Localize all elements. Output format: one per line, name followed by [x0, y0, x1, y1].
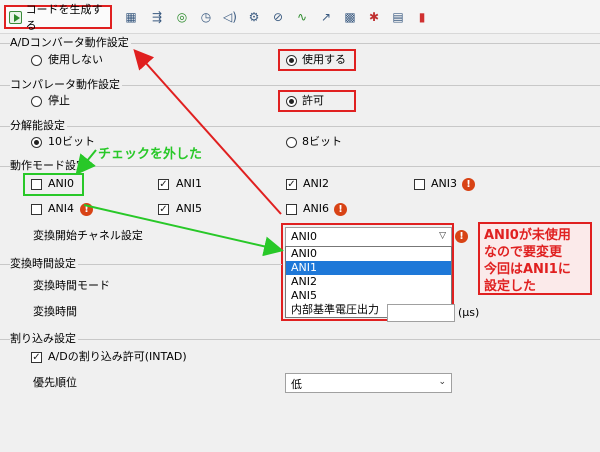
radio-res-8bit[interactable]	[286, 137, 297, 148]
checkbox-ani6[interactable]	[286, 204, 297, 215]
start-channel-label: 変換開始チャネル設定	[33, 229, 143, 242]
red-annotation-line: 今回はANI1に	[484, 262, 571, 277]
priority-value: 低	[291, 378, 302, 391]
conversion-time-label: 変換時間	[33, 305, 77, 318]
section-resolution-title: 分解能設定	[10, 119, 67, 133]
green-annotation: チェックを外した	[98, 147, 203, 162]
radio-res-8bit-label: 8ビット	[302, 135, 342, 148]
priority-select[interactable]: 低 ⌄	[285, 373, 452, 393]
checkbox-ani4-label: ANI4	[48, 202, 74, 215]
priority-label: 優先順位	[33, 376, 77, 389]
checkbox-ani6-label: ANI6	[303, 202, 329, 215]
start-channel-value: ANI0	[291, 230, 317, 243]
radio-ad-on[interactable]	[286, 55, 297, 66]
warning-icon: !	[455, 230, 468, 243]
play-icon	[9, 10, 22, 24]
clock-icon[interactable]: ◷	[198, 9, 214, 25]
section-mode: 動作モード設定	[0, 159, 600, 173]
radio-res-10bit-label: 10ビット	[48, 135, 95, 148]
dropdown-option-ani5[interactable]: ANI5	[286, 289, 451, 303]
radio-comp-allow[interactable]	[286, 96, 297, 107]
section-conversion-time-title: 変換時間設定	[10, 257, 78, 271]
dma-icon[interactable]: ⇶	[149, 9, 165, 25]
dropdown-option-ani1[interactable]: ANI1	[286, 261, 451, 275]
checkbox-ani3-label: ANI3	[431, 177, 457, 190]
comparator-icon[interactable]: ⊘	[270, 9, 286, 25]
checkbox-ani0[interactable]	[31, 179, 42, 190]
radio-comp-allow-label: 許可	[302, 94, 324, 107]
chevron-down-icon: ⌄	[438, 377, 446, 387]
red-annotation-line: なので要変更	[484, 245, 563, 260]
buzzer-icon[interactable]: ◁)	[222, 9, 238, 25]
chip-icon[interactable]: ▩	[342, 9, 358, 25]
conversion-time-field[interactable]	[387, 304, 455, 322]
timer-icon[interactable]: ▦	[123, 9, 139, 25]
radio-comp-stop-label: 停止	[48, 94, 70, 107]
generate-code-button[interactable]: コードを生成する	[4, 3, 112, 32]
section-conversion-time: 変換時間設定	[0, 257, 282, 271]
radio-comp-stop[interactable]	[31, 96, 42, 107]
chevron-down-icon: ▽	[439, 231, 446, 241]
checkbox-ani5-label: ANI5	[176, 202, 202, 215]
checkbox-intad-label: A/Dの割り込み許可(INTAD)	[48, 350, 187, 363]
warning-icon: !	[462, 178, 475, 191]
section-comparator-title: コンパレータ動作設定	[10, 78, 122, 92]
watchdog-icon[interactable]: ◎	[174, 9, 190, 25]
section-resolution: 分解能設定	[0, 119, 600, 133]
conversion-mode-label: 変換時間モード	[33, 279, 110, 292]
adc-icon[interactable]: ∿	[294, 9, 310, 25]
red-annotation-line: 設定した	[484, 279, 537, 294]
memory-icon[interactable]: ▤	[390, 9, 406, 25]
start-channel-select[interactable]: ANI0 ▽	[285, 227, 452, 247]
red-annotation: ANI0が未使用 なので要変更 今回はANI1に 設定した	[478, 222, 592, 295]
checkbox-ani1[interactable]: ✓	[158, 179, 169, 190]
section-mode-title: 動作モード設定	[10, 159, 89, 173]
checkbox-ani2-label: ANI2	[303, 177, 329, 190]
dropdown-option-ani2[interactable]: ANI2	[286, 275, 451, 289]
checkbox-ani5[interactable]: ✓	[158, 204, 169, 215]
serial-icon[interactable]: ⚙	[246, 9, 262, 25]
section-ad-operation-title: A/Dコンバータ動作設定	[10, 36, 131, 50]
generate-code-label: コードを生成する	[25, 3, 103, 32]
warning-icon: !	[334, 203, 347, 216]
radio-res-10bit[interactable]	[31, 137, 42, 148]
radio-ad-on-label: 使用する	[302, 53, 346, 66]
output-icon[interactable]: ↗	[318, 9, 334, 25]
radio-ad-off[interactable]	[31, 55, 42, 66]
checkbox-ani1-label: ANI1	[176, 177, 202, 190]
interrupt-icon[interactable]: ✱	[366, 9, 382, 25]
conversion-time-unit: (μs)	[458, 306, 480, 319]
checkbox-ani4[interactable]	[31, 204, 42, 215]
checkbox-ani3[interactable]	[414, 179, 425, 190]
red-annotation-line: ANI0が未使用	[484, 228, 571, 243]
battery-icon[interactable]: ▮	[414, 9, 430, 25]
radio-ad-off-label: 使用しない	[48, 53, 103, 66]
section-ad-operation: A/Dコンバータ動作設定	[0, 36, 600, 50]
warning-icon: !	[80, 203, 93, 216]
checkbox-intad[interactable]: ✓	[31, 352, 42, 363]
dropdown-option-ani0[interactable]: ANI0	[286, 247, 451, 261]
checkbox-ani0-label: ANI0	[48, 177, 74, 190]
section-interrupt: 割り込み設定	[0, 332, 600, 346]
section-interrupt-title: 割り込み設定	[10, 332, 78, 346]
checkbox-ani2[interactable]: ✓	[286, 179, 297, 190]
